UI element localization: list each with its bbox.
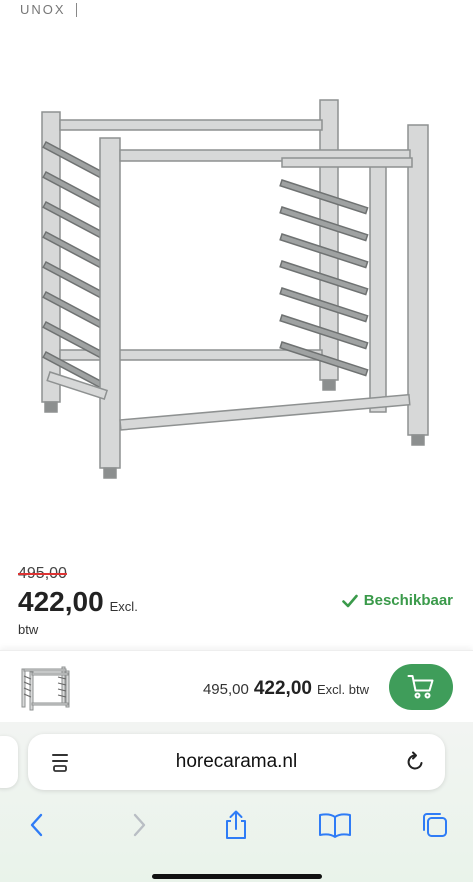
address-text[interactable]: horecarama.nl xyxy=(28,751,445,773)
share-icon xyxy=(226,810,246,839)
home-indicator xyxy=(152,874,322,879)
brand-header: UNOX xyxy=(20,2,77,17)
chevron-left-icon xyxy=(30,813,43,837)
check-icon xyxy=(341,594,358,607)
tabs-icon xyxy=(423,813,447,837)
bookmarks-button[interactable] xyxy=(318,808,352,842)
share-button[interactable] xyxy=(219,808,253,842)
chevron-right-icon xyxy=(133,813,146,837)
previous-tab-preview[interactable] xyxy=(0,736,18,788)
price-excl-label: Excl. xyxy=(109,599,138,614)
book-icon xyxy=(319,813,351,838)
tabs-button[interactable] xyxy=(418,808,452,842)
cart-icon xyxy=(407,675,434,699)
forward-button[interactable] xyxy=(122,808,156,842)
brand-name[interactable]: UNOX xyxy=(20,2,66,17)
address-bar[interactable]: horecarama.nl xyxy=(28,734,445,790)
sticky-excl-label: Excl. btw xyxy=(316,682,369,697)
add-to-cart-button[interactable] xyxy=(389,664,453,710)
page: UNOX 495,00 422,00 Excl. btw Beschikbaar… xyxy=(0,0,473,882)
browser-chrome: horecarama.nl xyxy=(0,722,473,882)
browser-toolbar xyxy=(0,804,473,848)
rack-post xyxy=(99,137,121,469)
sticky-add-to-cart-bar: 495,00 422,00 Excl. btw xyxy=(0,650,473,722)
old-price: 495,00 xyxy=(18,565,67,582)
sticky-prices: 495,00 422,00 Excl. btw xyxy=(203,678,369,700)
sticky-current-price: 422,00 xyxy=(253,678,312,699)
price-btw-label: btw xyxy=(18,622,39,637)
back-button[interactable] xyxy=(20,808,54,842)
brand-divider xyxy=(75,2,77,17)
availability-label: Beschikbaar xyxy=(363,592,453,609)
sticky-old-price: 495,00 xyxy=(202,681,249,698)
rack-post xyxy=(407,124,429,436)
price-row: 422,00 Excl. xyxy=(18,586,138,618)
product-thumbnail[interactable] xyxy=(18,663,72,711)
product-image[interactable] xyxy=(20,80,450,500)
reload-icon[interactable] xyxy=(403,750,427,774)
current-price: 422,00 xyxy=(18,586,104,617)
rack-rail xyxy=(59,119,323,131)
availability-status: Beschikbaar xyxy=(341,592,453,609)
